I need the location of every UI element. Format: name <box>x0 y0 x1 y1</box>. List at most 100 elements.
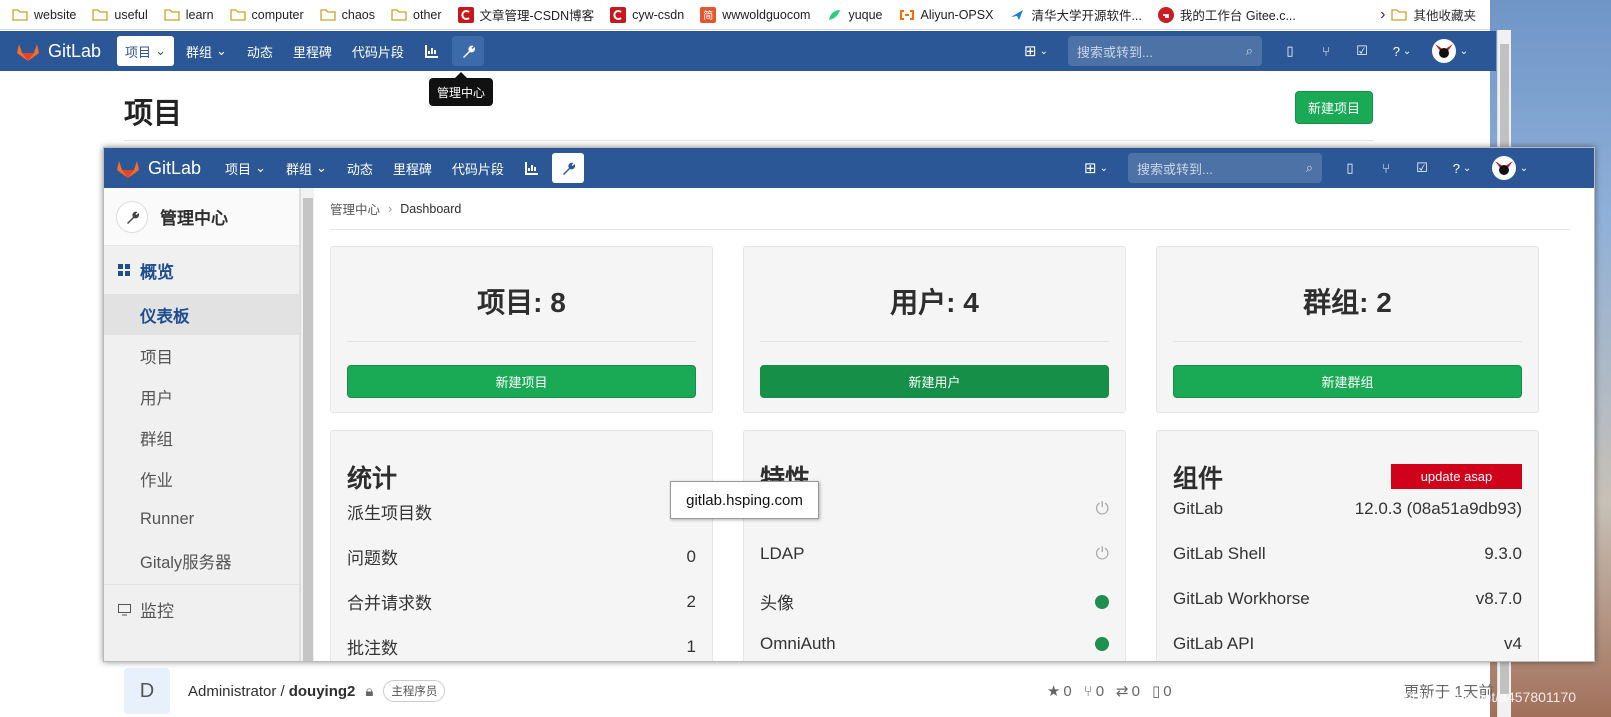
plus-dropdown-icon[interactable]: ⊞ ⌄ <box>1018 36 1054 66</box>
bookmark-other[interactable]: other <box>391 8 442 22</box>
groups-count-card: 群组: 2 新建群组 <box>1156 246 1539 413</box>
search-input[interactable]: 搜索或转到... ⌕ <box>1128 153 1322 183</box>
sidebar-item-jobs[interactable]: 作业 <box>104 458 299 499</box>
users-count-card: 用户: 4 新建用户 <box>743 246 1126 413</box>
sidebar-section-monitoring[interactable]: 监控 <box>104 584 299 634</box>
issues-icon[interactable]: ☑ <box>1346 36 1378 66</box>
issue-icon: ▯ <box>1151 683 1161 700</box>
scrollbar-thumb[interactable] <box>303 198 313 661</box>
chevron-right-icon: › <box>388 201 393 216</box>
admin-wrench-icon[interactable] <box>451 36 484 66</box>
todos-icon[interactable]: ▯ <box>1274 36 1306 66</box>
sidebar-item-gitaly-servers[interactable]: Gitaly服务器 <box>104 540 299 581</box>
folder-icon <box>320 9 336 21</box>
admin-tooltip: 管理中心 <box>429 72 493 106</box>
merge-requests-icon[interactable]: ⑂ <box>1370 153 1402 183</box>
update-badge[interactable]: update asap <box>1391 464 1522 489</box>
user-menu[interactable]: ⌄ <box>1486 153 1534 183</box>
search-input[interactable]: 搜索或转到... ⌕ <box>1068 36 1262 66</box>
grid-icon <box>118 263 130 276</box>
chevron-right-icon[interactable]: › <box>1380 6 1385 24</box>
chevron-down-icon: ⌄ <box>155 43 166 58</box>
sidebar-header[interactable]: 管理中心 <box>104 188 299 246</box>
bookmark-oldguo[interactable]: 简 wwwoldguocom <box>700 6 810 23</box>
avatar <box>1491 156 1516 180</box>
chart-icon[interactable] <box>516 153 548 183</box>
nav-snippets[interactable]: 代码片段 <box>444 153 512 183</box>
folder-icon <box>92 9 109 21</box>
page-title: 项目 <box>124 98 183 130</box>
new-project-button[interactable]: 新建项目 <box>1295 91 1373 124</box>
folder-icon <box>12 9 28 21</box>
nav-projects[interactable]: 项目 ⌄ <box>117 36 174 66</box>
stat-row: 批注数 1 <box>347 636 696 659</box>
nav-projects[interactable]: 项目 ⌄ <box>217 153 274 183</box>
issues[interactable]: ▯ 0 <box>1151 682 1172 701</box>
bookmark-gitee[interactable]: 我的工作台 Gitee.c... <box>1157 5 1296 24</box>
user-menu[interactable]: ⌄ <box>1426 36 1474 66</box>
star-icon: ★ <box>1046 683 1061 700</box>
todos-icon[interactable]: ▯ <box>1334 153 1366 183</box>
project-row[interactable]: D Administrator / douying2 🔒︎ 主程序员 ★ 0 ⑂ 0… <box>124 665 1494 717</box>
divider <box>330 229 1570 230</box>
feature-row: LDAP ⏻ <box>760 544 1109 563</box>
project-avatar: D <box>124 668 170 714</box>
gitee-icon <box>1157 6 1174 23</box>
bookmark-chaos[interactable]: chaos <box>320 8 375 22</box>
gitlab-logo-icon <box>17 44 39 61</box>
admin-sidebar: 管理中心 概览 仪表板 项目 用户 群组 作业 Runner Gitaly服务器… <box>104 188 300 661</box>
sidebar-item-dashboard[interactable]: 仪表板 <box>104 294 299 335</box>
bookmark-learn[interactable]: learn <box>164 8 214 22</box>
new-user-button[interactable]: 新建用户 <box>760 365 1109 398</box>
bookmark-aliyun[interactable]: Aliyun-OPSX <box>899 7 993 23</box>
plus-dropdown-icon[interactable]: ⊞ ⌄ <box>1078 153 1114 183</box>
chart-icon[interactable] <box>416 36 448 66</box>
chevron-down-icon: ⌄ <box>255 160 266 175</box>
nav-milestones[interactable]: 里程碑 <box>285 36 340 66</box>
bookmark-cyw-csdn[interactable]: cyw-csdn <box>610 6 684 23</box>
search-icon: ⌕ <box>1305 160 1313 175</box>
nav-milestones[interactable]: 里程碑 <box>385 153 440 183</box>
bookmark-website[interactable]: website <box>12 8 76 22</box>
bookmark-tsinghua[interactable]: 清华大学开源软件... <box>1009 5 1142 24</box>
sidebar-item-users[interactable]: 用户 <box>104 376 299 417</box>
power-off-icon: ⏻ <box>1095 544 1109 563</box>
issues-icon[interactable]: ☑ <box>1406 153 1438 183</box>
help-icon[interactable]: ? ⌄ <box>1382 36 1422 66</box>
help-icon[interactable]: ? ⌄ <box>1442 153 1482 183</box>
gitlab-logo[interactable]: GitLab <box>16 40 101 62</box>
nav-groups[interactable]: 群组 ⌄ <box>178 36 235 66</box>
admin-wrench-icon[interactable] <box>551 153 584 183</box>
sidebar-section-overview[interactable]: 概览 <box>104 246 299 294</box>
stars[interactable]: ★ 0 <box>1046 682 1072 701</box>
sidebar-item-runners[interactable]: Runner <box>104 499 299 540</box>
component-row: GitLab Shell 9.3.0 <box>1173 544 1522 563</box>
nav-activity[interactable]: 动态 <box>339 153 381 183</box>
sidebar-item-groups[interactable]: 群组 <box>104 417 299 458</box>
nav-activity[interactable]: 动态 <box>239 36 281 66</box>
merge-requests-icon[interactable]: ⑂ <box>1310 36 1342 66</box>
sidebar-scrollbar[interactable] <box>300 188 314 661</box>
nav-snippets[interactable]: 代码片段 <box>344 36 412 66</box>
merge-requests[interactable]: ⇄ 0 <box>1116 682 1140 701</box>
gitlab-logo[interactable]: GitLab <box>116 157 201 179</box>
csdn-icon <box>610 6 627 23</box>
component-row: GitLab 12.0.3 (08a51a9db93) <box>1173 499 1522 518</box>
bookmark-useful[interactable]: useful <box>92 8 148 22</box>
sidebar-item-projects[interactable]: 项目 <box>104 335 299 376</box>
bookmark-computer[interactable]: computer <box>229 8 304 22</box>
bookmark-yuque[interactable]: yuque <box>826 7 883 23</box>
groups-count: 群组: 2 <box>1303 287 1392 318</box>
nav-groups[interactable]: 群组 ⌄ <box>278 153 335 183</box>
component-row: GitLab API v4 <box>1173 634 1522 653</box>
bookmark-csdn-blog[interactable]: 文章管理-CSDN博客 <box>457 5 594 24</box>
bookmark-other-favorites[interactable]: 其他收藏夹 <box>1391 5 1476 24</box>
new-group-button[interactable]: 新建群组 <box>1173 365 1522 398</box>
new-project-button[interactable]: 新建项目 <box>347 365 696 398</box>
forks[interactable]: ⑂ 0 <box>1084 683 1104 700</box>
project-name[interactable]: douying2 <box>289 683 356 700</box>
breadcrumb-current[interactable]: Dashboard <box>400 202 461 216</box>
breadcrumb-root[interactable]: 管理中心 <box>330 199 380 218</box>
back-navbar: GitLab 项目 ⌄ 群组 ⌄ 动态 里程碑 代码片段 ⊞ ⌄ 搜索或转到... ⌕ … <box>0 31 1496 71</box>
watermark: https://blog.csdn.net/a457801170 <box>1370 689 1577 705</box>
